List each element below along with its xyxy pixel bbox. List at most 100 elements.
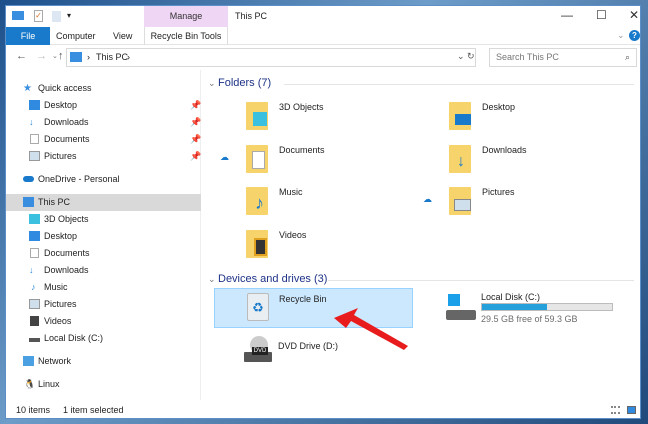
pin-icon[interactable]: 📌 bbox=[190, 148, 201, 165]
folder-item-3d-objects[interactable]: 3D Objects bbox=[242, 100, 422, 134]
network-icon bbox=[23, 356, 34, 366]
recent-locations-icon[interactable]: ⌄ bbox=[52, 52, 58, 60]
nav-pictures[interactable]: Pictures bbox=[6, 296, 201, 313]
details-view-button[interactable] bbox=[611, 406, 620, 414]
folder-name: 3D Objects bbox=[279, 102, 324, 112]
ribbon-tabs: File Computer View Recycle Bin Tools ⌄ ? bbox=[6, 27, 640, 45]
properties-icon[interactable]: ✓ bbox=[34, 10, 43, 22]
address-bar[interactable]: › This PC › ⌄ ↻ bbox=[66, 48, 476, 67]
folders-group-header[interactable]: Folders (7) bbox=[218, 77, 271, 89]
videos-folder-icon bbox=[246, 230, 268, 258]
nav-this-pc[interactable]: This PC bbox=[6, 194, 201, 211]
devices-group-header[interactable]: Devices and drives (3) bbox=[218, 273, 327, 285]
nav-label: 3D Objects bbox=[44, 214, 89, 224]
back-button[interactable]: ← bbox=[16, 50, 27, 62]
desktop-icon bbox=[29, 231, 40, 241]
expand-ribbon-icon[interactable]: ⌄ bbox=[617, 30, 625, 41]
help-button[interactable]: ? bbox=[629, 30, 640, 41]
nav-music[interactable]: ♪ Music bbox=[6, 279, 201, 296]
documents-icon bbox=[30, 134, 39, 144]
search-icon: ⌕ bbox=[624, 52, 630, 62]
close-button[interactable]: ✕ bbox=[629, 8, 639, 22]
item-name: DVD Drive (D:) bbox=[278, 341, 338, 351]
pin-icon[interactable]: 📌 bbox=[190, 97, 201, 114]
nav-label: Network bbox=[38, 356, 72, 366]
content-pane: ⌄ Folders (7) 3D Objects Desktop ☁ Docum… bbox=[202, 70, 640, 400]
nav-label: Videos bbox=[44, 316, 72, 326]
tab-view[interactable]: View bbox=[113, 31, 132, 41]
breadcrumb-chevron[interactable]: › bbox=[127, 52, 130, 62]
nav-onedrive[interactable]: OneDrive - Personal bbox=[6, 171, 201, 188]
pictures-folder-icon bbox=[449, 187, 471, 215]
star-icon: ★ bbox=[23, 83, 32, 94]
item-name: Recycle Bin bbox=[279, 294, 327, 304]
pin-icon[interactable]: 📌 bbox=[190, 131, 201, 148]
recycle-bin-icon: ♻ bbox=[247, 293, 269, 321]
cloud-sync-status-icon: ☁ bbox=[220, 152, 229, 162]
maximize-button[interactable]: ☐ bbox=[596, 8, 607, 22]
nav-videos[interactable]: Videos bbox=[6, 313, 201, 330]
folder-item-downloads[interactable]: ↓ Downloads bbox=[445, 143, 625, 177]
tab-file[interactable]: File bbox=[6, 27, 50, 45]
nav-label: Downloads bbox=[44, 265, 89, 275]
nav-linux[interactable]: 🐧 Linux bbox=[6, 376, 201, 393]
nav-quick-pictures[interactable]: Pictures 📌 bbox=[6, 148, 201, 165]
folder-item-desktop[interactable]: Desktop bbox=[445, 100, 625, 134]
search-input[interactable]: Search This PC ⌕ bbox=[489, 48, 637, 67]
nav-quick-downloads[interactable]: ↓ Downloads 📌 bbox=[6, 114, 201, 131]
disk-usage-bar bbox=[481, 303, 613, 311]
help-label: ? bbox=[632, 31, 637, 40]
3d-objects-folder-icon bbox=[246, 102, 268, 130]
music-icon: ♪ bbox=[31, 282, 36, 292]
tab-computer[interactable]: Computer bbox=[56, 31, 96, 41]
nav-quick-documents[interactable]: Documents 📌 bbox=[6, 131, 201, 148]
nav-label: Music bbox=[44, 282, 68, 292]
nav-label: Pictures bbox=[44, 299, 77, 309]
folder-item-documents[interactable]: Documents bbox=[242, 143, 422, 177]
dvd-drive-icon: DVD bbox=[244, 336, 272, 364]
3d-objects-icon bbox=[29, 214, 40, 224]
disk-usage-fill bbox=[482, 304, 548, 310]
nav-label: Linux bbox=[38, 379, 60, 389]
collapse-devices-icon[interactable]: ⌄ bbox=[208, 274, 216, 285]
refresh-button[interactable]: ↻ bbox=[467, 51, 475, 62]
nav-network[interactable]: Network bbox=[6, 353, 201, 370]
forward-button[interactable]: → bbox=[36, 50, 47, 62]
local-disk-icon bbox=[29, 338, 40, 342]
downloads-icon: ↓ bbox=[29, 265, 34, 275]
nav-3d-objects[interactable]: 3D Objects bbox=[6, 211, 201, 228]
large-icons-view-button[interactable] bbox=[627, 406, 636, 414]
nav-downloads[interactable]: ↓ Downloads bbox=[6, 262, 201, 279]
breadcrumb-separator: › bbox=[87, 52, 90, 62]
nav-label: Documents bbox=[44, 134, 90, 144]
tab-recycle-bin-tools[interactable]: Recycle Bin Tools bbox=[144, 27, 228, 45]
disk-free-text: 29.5 GB free of 59.3 GB bbox=[481, 314, 578, 324]
up-button[interactable]: ↑ bbox=[58, 50, 64, 62]
search-placeholder: Search This PC bbox=[496, 52, 559, 62]
nav-desktop[interactable]: Desktop bbox=[6, 228, 201, 245]
pictures-icon bbox=[29, 299, 40, 309]
red-arrow-annotation bbox=[334, 308, 408, 350]
desktop-icon bbox=[29, 100, 40, 110]
folder-item-music[interactable]: ♪ Music bbox=[242, 185, 422, 219]
new-folder-icon[interactable] bbox=[52, 11, 61, 22]
folder-item-videos[interactable]: Videos bbox=[242, 228, 422, 262]
folder-name: Downloads bbox=[482, 145, 527, 155]
local-disk-item[interactable]: Local Disk (C:) 29.5 GB free of 59.3 GB bbox=[442, 288, 632, 328]
manage-context-tab[interactable]: Manage bbox=[144, 6, 228, 27]
downloads-folder-icon: ↓ bbox=[449, 145, 471, 173]
nav-quick-desktop[interactable]: Desktop 📌 bbox=[6, 97, 201, 114]
minimize-button[interactable]: — bbox=[561, 8, 573, 22]
local-disk-icon bbox=[446, 294, 478, 322]
folder-item-pictures[interactable]: Pictures bbox=[445, 185, 625, 219]
collapse-folders-icon[interactable]: ⌄ bbox=[208, 78, 216, 89]
customize-toolbar-icon[interactable]: ▾ bbox=[67, 11, 71, 20]
pin-icon[interactable]: 📌 bbox=[190, 114, 201, 131]
nav-quick-access[interactable]: ★ Quick access bbox=[6, 80, 201, 97]
address-dropdown-icon[interactable]: ⌄ bbox=[457, 51, 465, 62]
nav-documents[interactable]: Documents bbox=[6, 245, 201, 262]
nav-local-disk[interactable]: Local Disk (C:) bbox=[6, 330, 201, 347]
explorer-window: ✓ ▾ Manage This PC — ☐ ✕ File Computer V… bbox=[5, 5, 641, 419]
breadcrumb-this-pc[interactable]: This PC bbox=[96, 52, 128, 62]
nav-label: Quick access bbox=[38, 83, 92, 93]
